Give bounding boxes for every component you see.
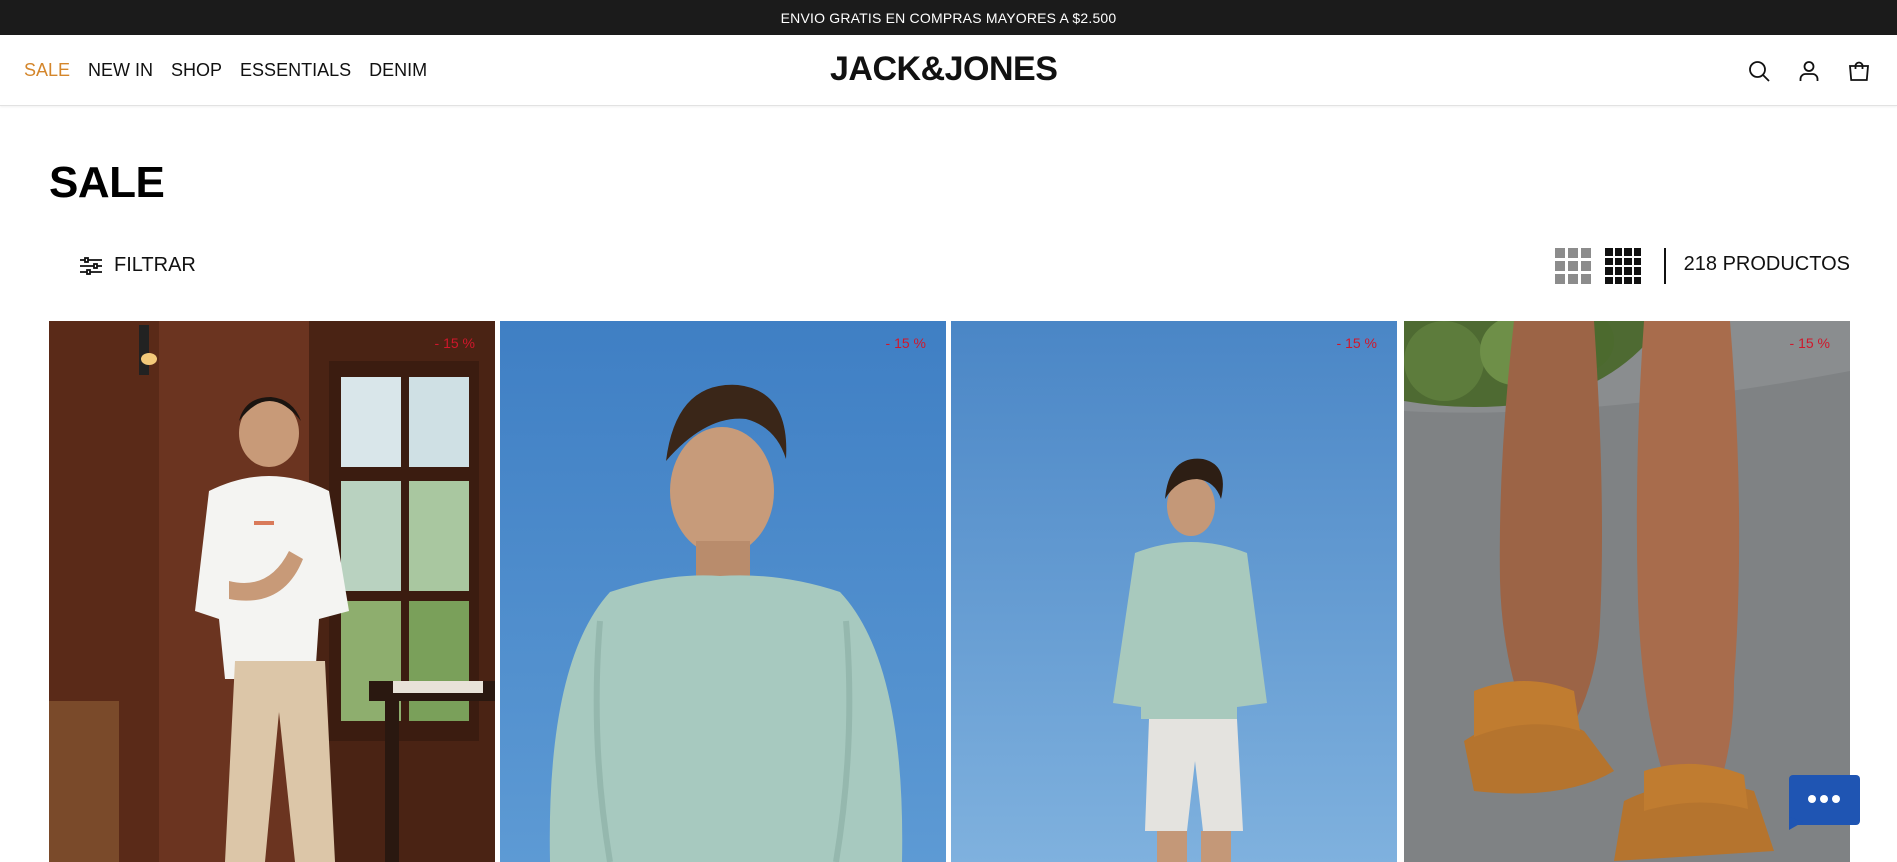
grid-4-icon[interactable] (1605, 248, 1641, 284)
chat-dot-icon (1820, 795, 1828, 803)
page-title: SALE (49, 158, 165, 207)
discount-badge: - 15 % (434, 335, 475, 351)
grid-3-icon[interactable] (1555, 248, 1591, 284)
product-card[interactable]: - 15 % (1404, 321, 1850, 862)
discount-badge: - 15 % (885, 335, 926, 351)
cart-icon[interactable] (1847, 59, 1871, 83)
product-count: 218 PRODUCTOS (1683, 253, 1850, 275)
product-image (49, 321, 495, 862)
chat-dot-icon (1808, 795, 1816, 803)
header-actions (1747, 35, 1871, 106)
chat-button[interactable] (1789, 775, 1860, 830)
nav-item-new-in[interactable]: NEW IN (88, 60, 153, 81)
product-image (500, 321, 946, 862)
product-card[interactable]: - 15 % (500, 321, 946, 862)
toolbar-divider (1664, 248, 1666, 284)
product-card[interactable]: - 15 % (951, 321, 1397, 862)
product-image (1404, 321, 1850, 862)
brand-logo[interactable]: JACK&JONES (830, 50, 1058, 89)
nav-item-denim[interactable]: DENIM (369, 60, 427, 81)
product-grid: - 15 % - 15 % - 15 % - 15 % (49, 321, 1850, 862)
search-icon[interactable] (1747, 59, 1771, 83)
product-card[interactable]: - 15 % (49, 321, 495, 862)
discount-badge: - 15 % (1789, 335, 1830, 351)
product-image (951, 321, 1397, 862)
promo-bar: ENVIO GRATIS EN COMPRAS MAYORES A $2.500 (0, 0, 1897, 35)
main-nav: SALE NEW IN SHOP ESSENTIALS DENIM (24, 35, 427, 106)
filter-label: FILTRAR (114, 254, 196, 276)
nav-item-sale[interactable]: SALE (24, 60, 70, 81)
nav-item-shop[interactable]: SHOP (171, 60, 222, 81)
filter-button[interactable]: FILTRAR (80, 254, 196, 277)
promo-text: ENVIO GRATIS EN COMPRAS MAYORES A $2.500 (780, 9, 1117, 26)
nav-item-essentials[interactable]: ESSENTIALS (240, 60, 351, 81)
chat-dot-icon (1832, 795, 1840, 803)
account-icon[interactable] (1797, 59, 1821, 83)
discount-badge: - 15 % (1336, 335, 1377, 351)
site-header: SALE NEW IN SHOP ESSENTIALS DENIM JACK&J… (0, 35, 1897, 106)
filter-sliders-icon (80, 256, 102, 275)
